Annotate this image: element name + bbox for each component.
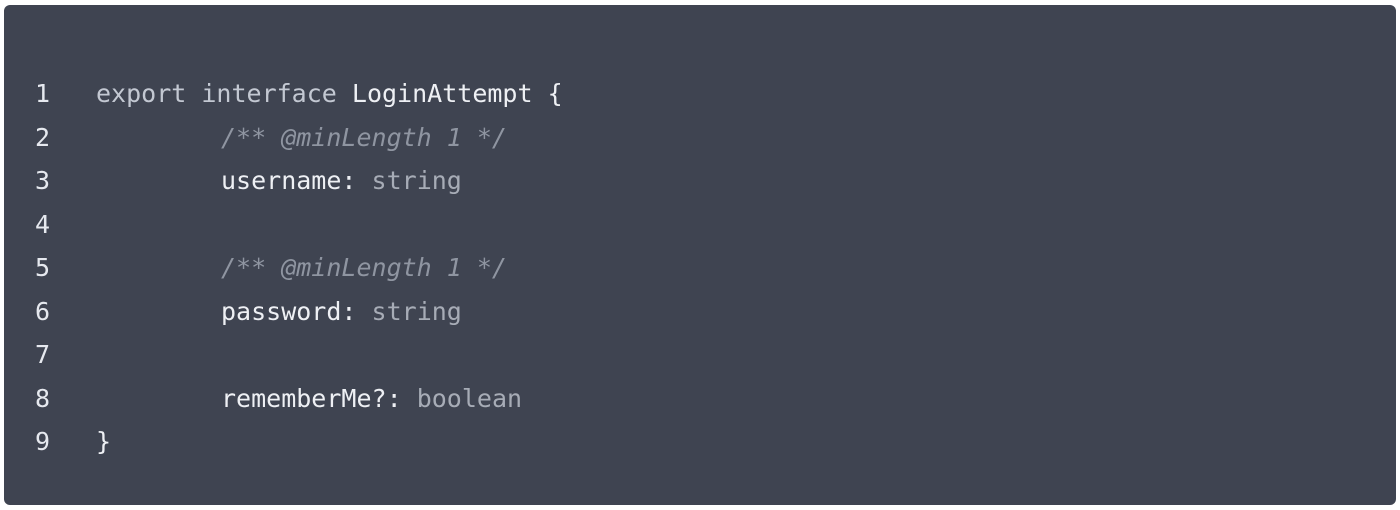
jsdoc-comment: /** @minLength 1 */ [221,122,507,152]
property-remember-me: rememberMe? [221,383,387,413]
code-line-1: 1 export interface LoginAttempt { [4,72,1396,116]
line-number: 6 [34,296,50,326]
colon: : [341,166,357,196]
line-content: username: string [96,166,462,195]
interface-name: LoginAttempt [351,79,533,109]
line-number: 5 [34,253,50,283]
jsdoc-comment: /** @minLength 1 */ [221,253,507,283]
line-number: 4 [34,209,50,239]
property-password: password [221,296,342,326]
code-line-2: 2 /** @minLength 1 */ [4,116,1396,160]
line-number: 7 [34,340,50,370]
line-content: /** @minLength 1 */ [96,253,507,282]
code-line-5: 5 /** @minLength 1 */ [4,246,1396,290]
code-line-9: 9 } [4,420,1396,464]
property-username: username [221,166,342,196]
line-number: 3 [34,166,50,196]
keyword-export: export [96,79,187,109]
line-content: password: string [96,297,462,326]
line-number: 9 [34,427,50,457]
code-line-7: 7 [4,333,1396,377]
code-line-4: 4 [4,203,1396,247]
line-content: } [96,427,111,456]
type-string: string [371,296,462,326]
open-brace: { [547,79,563,109]
type-boolean: boolean [416,383,523,413]
line-content: /** @minLength 1 */ [96,123,507,152]
close-brace: } [96,427,112,457]
keyword-interface: interface [201,79,337,109]
code-line-3: 3 username: string [4,159,1396,203]
line-number: 8 [34,383,50,413]
code-line-6: 6 password: string [4,290,1396,334]
colon: : [386,383,402,413]
colon: : [341,296,357,326]
line-number: 2 [34,122,50,152]
code-line-8: 8 rememberMe?: boolean [4,377,1396,421]
type-string: string [371,166,462,196]
line-content: rememberMe?: boolean [96,384,522,413]
line-number: 1 [34,79,50,109]
code-block: 1 export interface LoginAttempt { 2 /** … [4,5,1396,505]
line-content: export interface LoginAttempt { [96,79,563,108]
